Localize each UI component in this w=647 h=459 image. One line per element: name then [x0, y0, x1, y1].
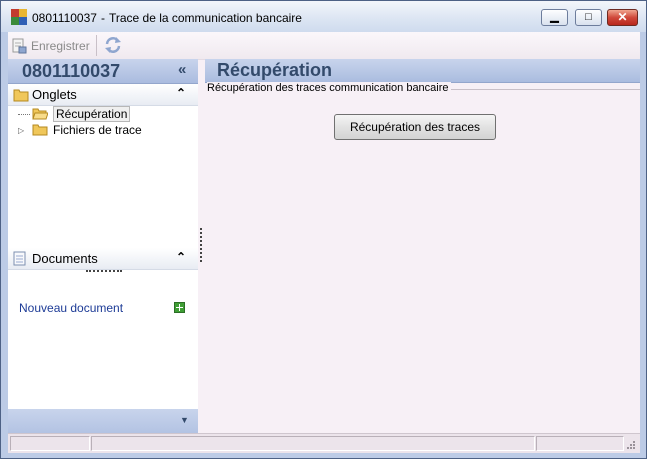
status-panel: [91, 436, 535, 451]
status-panel: [536, 436, 624, 451]
sidebar-footer: ▼: [8, 409, 198, 433]
main-panel: Récupération Récupération des traces com…: [205, 59, 640, 433]
tree-connector: [18, 113, 30, 115]
minimize-button[interactable]: ▁: [541, 9, 568, 26]
window-title-text: Trace de la communication bancaire: [108, 11, 302, 25]
status-bar: [8, 433, 640, 453]
title-bar[interactable]: 0801110037- Trace de la communication ban…: [1, 1, 646, 32]
close-button[interactable]: ✕: [607, 9, 638, 26]
sidebar: 0801110037 « Onglets ⌃ Récupération ▷ Fi…: [8, 59, 198, 433]
maximize-icon: □: [585, 11, 592, 23]
collapse-sidebar-icon[interactable]: «: [178, 61, 186, 78]
retrieve-traces-button[interactable]: Récupération des traces: [334, 114, 496, 140]
app-window: 0801110037- Trace de la communication ban…: [0, 0, 647, 459]
window-title-separator: -: [100, 11, 105, 25]
status-panel: [10, 436, 90, 451]
window-title-number: 0801110037: [32, 11, 97, 25]
documents-section-label: Documents: [32, 251, 98, 266]
folder-icon: [13, 89, 29, 102]
document-icon: [13, 251, 26, 266]
expand-arrow-icon[interactable]: ▷: [18, 126, 27, 135]
refresh-icon: [105, 37, 121, 53]
maximize-button[interactable]: □: [575, 9, 602, 26]
open-folder-icon: [32, 108, 48, 120]
main-header: Récupération: [205, 59, 640, 83]
toolbar-separator: [96, 35, 97, 56]
panel-splitter-handle[interactable]: [86, 270, 122, 274]
collapse-chevron-icon[interactable]: ⌃: [176, 86, 186, 100]
resize-grip-icon[interactable]: [626, 440, 636, 450]
save-button[interactable]: Enregistrer: [11, 36, 90, 56]
refresh-button[interactable]: [104, 36, 122, 54]
tree-item-label: Récupération: [53, 106, 131, 122]
new-document-link[interactable]: Nouveau document: [19, 301, 123, 315]
tree-item-label: Fichiers de trace: [53, 123, 142, 137]
window-title: 0801110037- Trace de la communication ban…: [32, 11, 302, 25]
collapse-chevron-icon[interactable]: ⌃: [176, 250, 186, 264]
tabs-section-header[interactable]: Onglets ⌃: [8, 84, 198, 106]
vertical-splitter-handle[interactable]: [200, 228, 204, 262]
close-icon: ✕: [617, 10, 628, 24]
folder-icon: [32, 124, 48, 136]
group-box-label: Récupération des traces communication ba…: [207, 82, 451, 94]
minimize-icon: ▁: [550, 11, 559, 23]
group-box-border: [445, 89, 640, 90]
chevron-down-icon[interactable]: ▼: [180, 415, 189, 425]
tabs-section-label: Onglets: [32, 87, 77, 102]
sidebar-header: 0801110037 «: [8, 59, 198, 84]
save-button-label: Enregistrer: [31, 39, 90, 53]
client-area: Enregistrer 0801110037 « Onglets ⌃ Récup…: [8, 32, 640, 453]
toolbar: Enregistrer: [8, 32, 640, 60]
app-icon: [11, 9, 27, 25]
page-title: Récupération: [217, 60, 333, 80]
sidebar-header-number: 0801110037: [22, 61, 121, 81]
save-document-icon: [12, 38, 27, 54]
tree-item-fichiers-de-trace[interactable]: ▷ Fichiers de trace: [18, 122, 142, 138]
documents-section-header[interactable]: Documents ⌃: [8, 248, 198, 270]
add-document-icon[interactable]: [174, 302, 185, 313]
tree-item-recuperation[interactable]: Récupération: [18, 106, 131, 122]
